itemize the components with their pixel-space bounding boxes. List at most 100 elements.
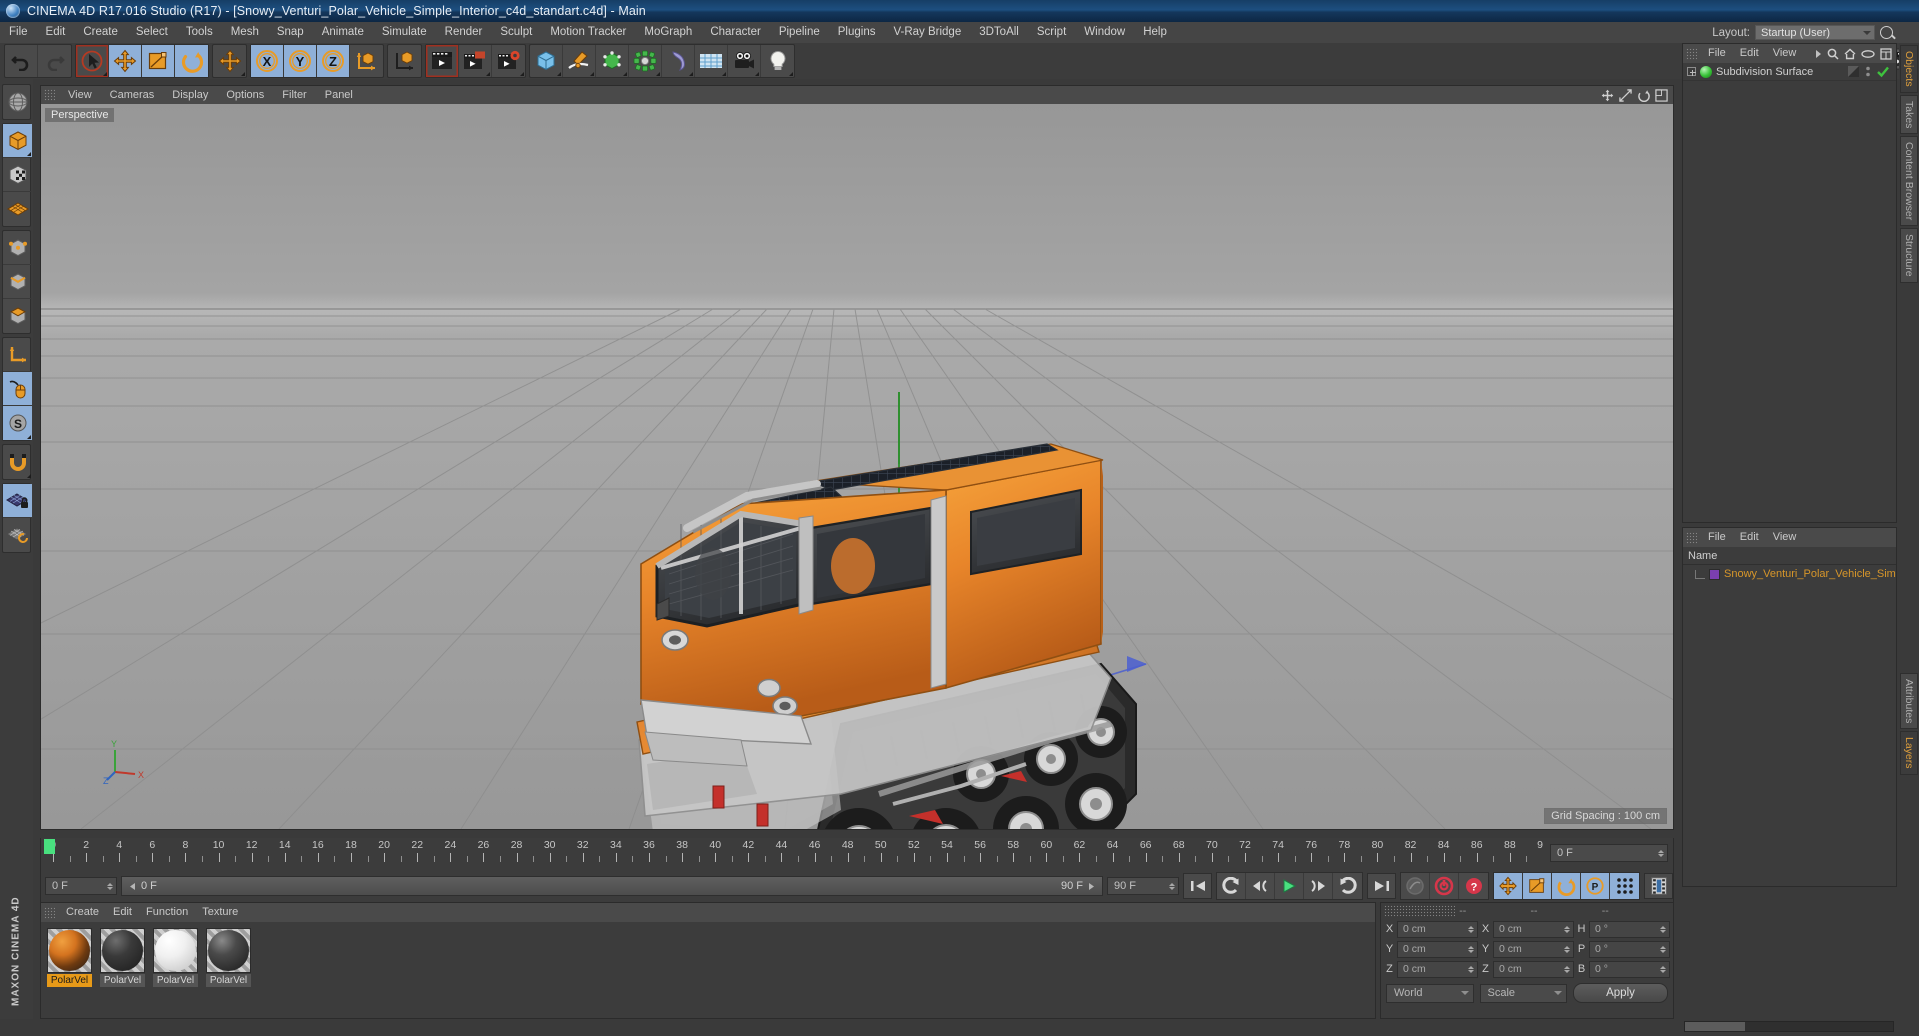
menu-item-snap[interactable]: Snap	[268, 22, 313, 43]
object-axis-button[interactable]	[3, 338, 32, 372]
material-menu-create[interactable]: Create	[59, 903, 106, 922]
panel-grip-icon[interactable]	[1686, 47, 1697, 60]
make-editable-button[interactable]	[3, 85, 32, 119]
next-key-button[interactable]	[1304, 873, 1333, 899]
timeline-ruler-bar[interactable]: 0246810121416182022242628303234363840424…	[40, 838, 1674, 870]
position-z-field[interactable]: 0 cm	[1397, 960, 1478, 978]
fit-icon[interactable]	[1880, 47, 1892, 60]
render-toggle-icon[interactable]	[1847, 65, 1860, 78]
enable-axis-button[interactable]	[3, 372, 32, 406]
z-axis-button[interactable]: Z	[317, 45, 350, 77]
rotation-h-field[interactable]: 0 °	[1589, 920, 1670, 938]
material-item[interactable]: PolarVel	[153, 928, 198, 987]
material-item[interactable]: PolarVel	[47, 928, 92, 987]
maximize-view-icon[interactable]	[1655, 88, 1668, 102]
move-view-icon[interactable]	[1601, 89, 1614, 102]
dock-tab-content-browser[interactable]: Content Browser	[1900, 136, 1918, 227]
stepper-icon[interactable]	[1564, 925, 1573, 933]
points-mode-button[interactable]	[3, 231, 32, 265]
position-x-field[interactable]: 0 cm	[1397, 920, 1478, 938]
search-icon[interactable]	[1880, 26, 1893, 39]
material-preview[interactable]	[153, 928, 198, 973]
menu-item-tools[interactable]: Tools	[177, 22, 222, 43]
layers-menu-edit[interactable]: Edit	[1733, 528, 1766, 547]
object-manager-menu-file[interactable]: File	[1701, 44, 1733, 63]
menu-item-animate[interactable]: Animate	[313, 22, 373, 43]
flyout-arrow-icon[interactable]	[1815, 49, 1822, 59]
menu-item-plugins[interactable]: Plugins	[829, 22, 885, 43]
layers-menu-file[interactable]: File	[1701, 528, 1733, 547]
menu-item-file[interactable]: File	[0, 22, 37, 43]
viewport-menu-filter[interactable]: Filter	[273, 86, 315, 104]
record-parameter-button[interactable]: P	[1581, 873, 1610, 899]
panel-grip-icon[interactable]	[44, 89, 55, 101]
undo-button[interactable]	[5, 45, 38, 77]
autokey-button[interactable]: ?	[1459, 873, 1488, 899]
object-row[interactable]: Subdivision Surface	[1683, 63, 1896, 81]
dock-tab-takes[interactable]: Takes	[1900, 94, 1918, 135]
material-preview[interactable]	[47, 928, 92, 973]
model-mode-button[interactable]	[3, 124, 32, 158]
planar-workplane-button[interactable]	[3, 518, 32, 552]
menu-item-motion-tracker[interactable]: Motion Tracker	[541, 22, 635, 43]
menu-item-simulate[interactable]: Simulate	[373, 22, 436, 43]
play-button[interactable]	[1275, 873, 1304, 899]
search-icon[interactable]	[1827, 48, 1839, 60]
panel-grip-icon[interactable]	[1384, 905, 1456, 917]
go-to-end-button[interactable]	[1367, 873, 1396, 899]
render-to-picture-viewer-button[interactable]	[459, 45, 492, 77]
menu-item-render[interactable]: Render	[436, 22, 492, 43]
add-environment-button[interactable]	[695, 45, 728, 77]
object-manager-menu-view[interactable]: View	[1766, 44, 1804, 63]
menu-item-3dtoall[interactable]: 3DToAll	[970, 22, 1028, 43]
size-y-field[interactable]: 0 cm	[1493, 940, 1574, 958]
magnet-tool-button[interactable]	[3, 445, 32, 479]
rotate-view-icon[interactable]	[1637, 89, 1650, 102]
sound-button[interactable]	[1401, 873, 1430, 899]
layers-menu-view[interactable]: View	[1766, 528, 1804, 547]
material-preview[interactable]	[206, 928, 251, 973]
dock-tab-attributes[interactable]: Attributes	[1900, 672, 1918, 730]
panel-grip-icon[interactable]	[44, 906, 55, 919]
preview-range-bar[interactable]: 0 F 90 F	[121, 876, 1103, 896]
edges-mode-button[interactable]	[3, 265, 32, 299]
timeline-frame-field[interactable]: 0 F	[1550, 844, 1668, 862]
rotate-tool-button[interactable]	[175, 45, 208, 77]
render-view-button[interactable]	[426, 45, 459, 77]
stepper-icon[interactable]	[1660, 925, 1669, 933]
soft-selection-button[interactable]: S	[3, 406, 32, 440]
timeline-ruler[interactable]: 0246810121416182022242628303234363840424…	[49, 838, 1543, 870]
visibility-dots-icon[interactable]	[1863, 65, 1873, 78]
record-pla-button[interactable]	[1610, 873, 1639, 899]
stepper-icon[interactable]	[1564, 965, 1573, 973]
play-backwards-button[interactable]	[1217, 873, 1246, 899]
material-menu-edit[interactable]: Edit	[106, 903, 139, 922]
add-light-button[interactable]	[761, 45, 794, 77]
green-check-icon[interactable]	[1876, 65, 1890, 78]
menu-item-window[interactable]: Window	[1075, 22, 1134, 43]
add-deformer-button[interactable]	[662, 45, 695, 77]
viewport-3d-canvas[interactable]: Perspective Grid Spacing : 100 cm Y X Z	[41, 104, 1673, 829]
add-camera-button[interactable]	[728, 45, 761, 77]
stepper-icon[interactable]	[1658, 849, 1667, 857]
x-axis-button[interactable]: X	[251, 45, 284, 77]
menu-item-mesh[interactable]: Mesh	[222, 22, 268, 43]
scale-tool-button[interactable]	[142, 45, 175, 77]
record-scale-button[interactable]	[1523, 873, 1552, 899]
stepper-icon[interactable]	[1660, 965, 1669, 973]
viewport-menu-panel[interactable]: Panel	[316, 86, 362, 104]
panel-grip-icon[interactable]	[1686, 531, 1697, 544]
menu-item-sculpt[interactable]: Sculpt	[491, 22, 541, 43]
material-menu-texture[interactable]: Texture	[195, 903, 245, 922]
apply-button[interactable]: Apply	[1573, 983, 1668, 1003]
menu-item-v-ray-bridge[interactable]: V-Ray Bridge	[884, 22, 970, 43]
horizontal-scrollbar[interactable]	[1684, 1021, 1894, 1032]
menu-item-pipeline[interactable]: Pipeline	[770, 22, 829, 43]
coordinate-system-dropdown[interactable]: World	[1386, 983, 1474, 1003]
stepper-icon[interactable]	[1468, 945, 1477, 953]
workplane-mode-button[interactable]	[3, 192, 32, 226]
menu-item-character[interactable]: Character	[701, 22, 770, 43]
end-frame-field[interactable]: 90 F	[1107, 877, 1179, 895]
material-item[interactable]: PolarVel	[206, 928, 251, 987]
dock-tab-structure[interactable]: Structure	[1900, 228, 1918, 283]
